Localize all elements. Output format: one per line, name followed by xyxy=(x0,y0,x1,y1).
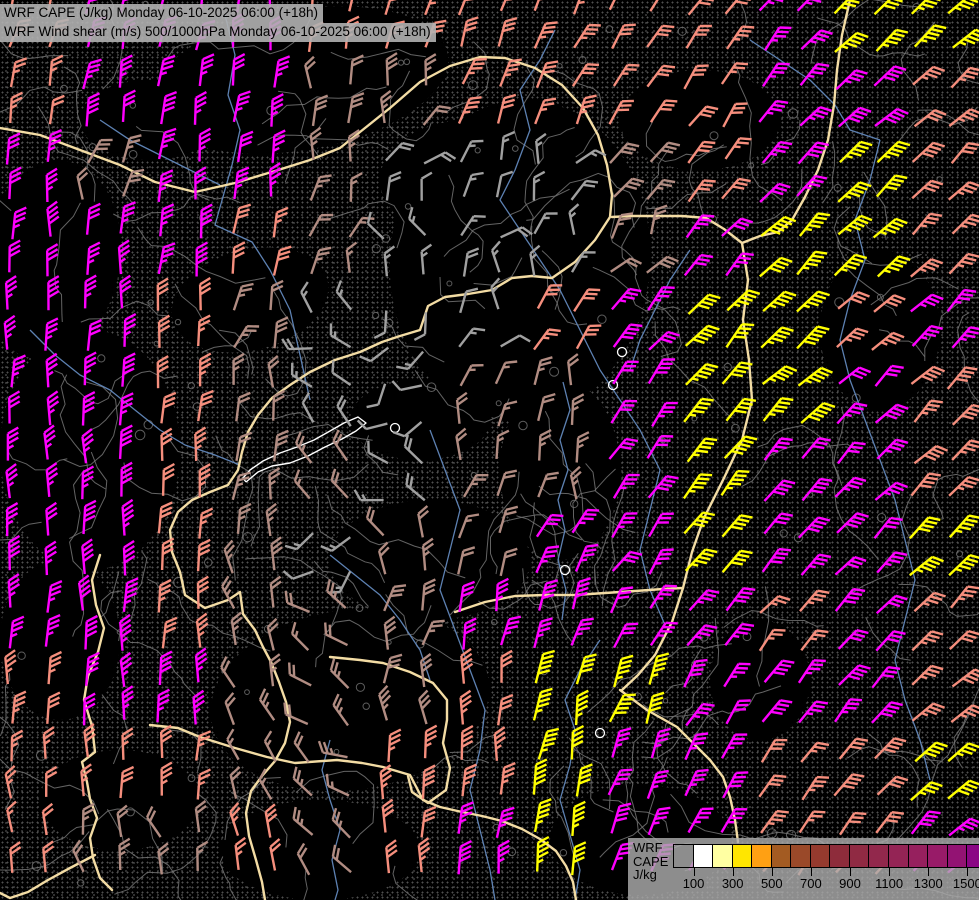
legend-color-cell xyxy=(674,845,694,867)
legend-color-cell xyxy=(713,845,733,867)
legend-color-cell xyxy=(694,845,714,867)
legend-tick-label: 500 xyxy=(761,877,783,890)
legend-tick xyxy=(928,868,929,876)
legend-tick-label: 1100 xyxy=(875,877,903,890)
legend-tick-label: 300 xyxy=(722,877,744,890)
legend-tick xyxy=(733,868,734,876)
cape-legend: WRF CAPE J/kg 100 300 500 700 900 1100 1300 150… xyxy=(628,838,979,900)
legend-tick xyxy=(967,868,968,876)
legend-color-cell xyxy=(733,845,753,867)
legend-tick-label: 1500 xyxy=(953,877,979,890)
legend-color-cell xyxy=(772,845,792,867)
legend-color-cell xyxy=(869,845,889,867)
legend-label-line3: J/kg xyxy=(633,868,668,882)
title-wind-shear: WRF Wind shear (m/s) 500/1000hPa Monday … xyxy=(0,23,436,42)
legend-color-cell xyxy=(830,845,850,867)
legend-color-cell xyxy=(791,845,811,867)
legend-color-cell xyxy=(948,845,968,867)
legend-color-cell xyxy=(889,845,909,867)
legend-color-cell xyxy=(752,845,772,867)
legend-tick-label: 900 xyxy=(839,877,861,890)
legend-color-cell xyxy=(909,845,929,867)
legend-color-cell xyxy=(811,845,831,867)
legend-color-cell xyxy=(928,845,948,867)
legend-tick-label: 100 xyxy=(683,877,705,890)
legend-color-cell xyxy=(850,845,870,867)
map-canvas xyxy=(0,0,979,900)
legend-tick xyxy=(850,868,851,876)
title-block: WRF CAPE (J/kg) Monday 06-10-2025 06:00 … xyxy=(0,4,436,42)
legend-tick xyxy=(889,868,890,876)
legend-color-cell xyxy=(967,845,979,867)
legend-tick xyxy=(772,868,773,876)
title-cape: WRF CAPE (J/kg) Monday 06-10-2025 06:00 … xyxy=(0,4,323,23)
legend-tick xyxy=(811,868,812,876)
legend-tick xyxy=(694,868,695,876)
legend-label: WRF CAPE J/kg xyxy=(633,841,668,882)
legend-tick-label: 700 xyxy=(800,877,822,890)
legend-tick-label: 1300 xyxy=(914,877,943,890)
legend-label-line1: WRF xyxy=(633,841,668,855)
legend-label-line2: CAPE xyxy=(633,855,668,869)
legend-colorbar xyxy=(673,844,979,868)
weather-map: WRF CAPE (J/kg) Monday 06-10-2025 06:00 … xyxy=(0,0,979,900)
